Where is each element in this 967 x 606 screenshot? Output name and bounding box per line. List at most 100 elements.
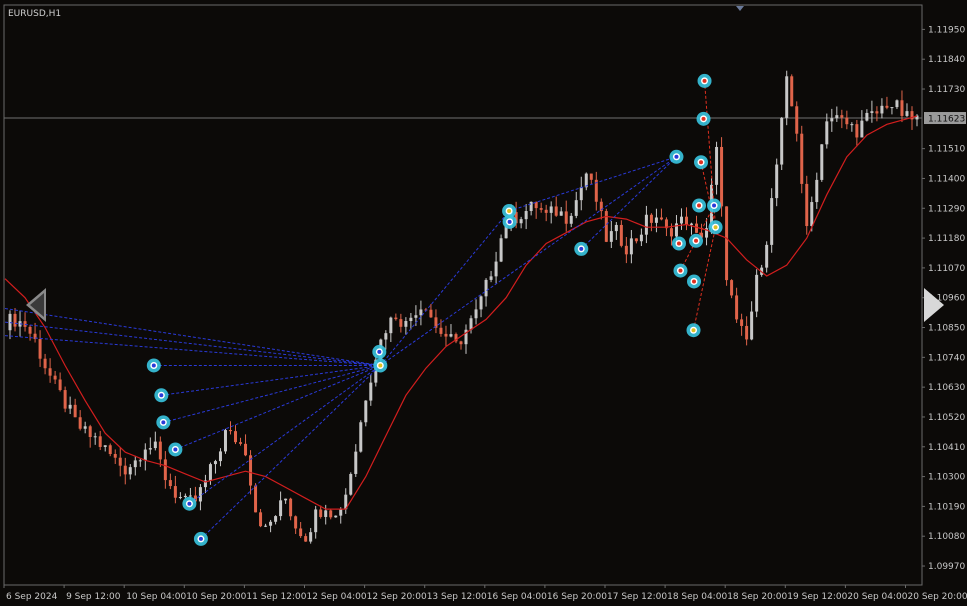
signal-marker [689,233,704,248]
fan-line [4,335,381,366]
fan-line [379,210,510,366]
chart-window: 1.11950 1.11840 1.11730 1.11623 1.11510 1.114… [0,0,967,606]
x-tick-label: 13 Sep 12:00 [427,592,487,602]
signal-marker [671,236,686,251]
candle [259,508,263,528]
candle [8,310,12,340]
y-tick-label: 1.10190 [928,502,965,512]
x-tick-label: 6 Sep 2024 [6,592,58,602]
candle [559,207,563,216]
candle [539,202,543,213]
candle [775,158,779,207]
period-separator-icon [736,6,744,11]
candle [745,316,749,346]
candle [23,312,27,332]
y-tick-label: 1.10740 [928,353,965,363]
candle [519,216,523,229]
candle [494,251,498,284]
fan-line [380,156,677,366]
candle [649,213,653,232]
candle [589,173,593,185]
candle [399,313,403,333]
candle [865,109,869,122]
signal-marker [502,214,517,229]
candle [730,279,734,299]
candle [790,74,794,107]
candle [239,437,243,446]
candle [28,324,32,341]
candle [574,191,578,219]
candle [750,301,754,341]
x-tick-label: 9 Sep 12:00 [66,592,121,602]
candle [279,491,283,521]
x-tick-label: 12 Sep 20:00 [367,592,427,602]
candle [324,504,328,525]
candle [304,533,308,542]
candle [88,424,92,448]
x-tick-label: 11 Sep 12:00 [246,592,306,602]
y-tick-label: 1.10300 [928,473,965,483]
candle [905,103,909,117]
x-tick-label: 18 Sep 04:00 [667,592,727,602]
candle [875,106,879,122]
candle [213,459,217,474]
y-tick-label: 1.11180 [928,234,965,244]
x-tick-label: 10 Sep 20:00 [186,592,246,602]
candle [93,432,97,445]
candle [299,521,303,538]
candle [795,101,799,142]
candle [118,447,122,477]
x-tick-label: 10 Sep 04:00 [126,592,186,602]
chart-frame [3,4,923,586]
ma-line [4,115,918,510]
candle [113,449,117,464]
candle [274,515,278,525]
candle [384,330,388,350]
x-tick-label: 16 Sep 20:00 [547,592,607,602]
candle [334,515,338,518]
candle [344,488,348,514]
candle [284,498,288,504]
candle [659,208,663,221]
fan-line [175,365,381,450]
candle [454,332,458,344]
candle [594,171,598,211]
y-tick-label: 1.10080 [928,532,965,542]
candle [780,117,784,171]
x-tick-label: 16 Sep 04:00 [487,592,547,602]
candle [133,455,137,476]
signal-marker [692,198,707,213]
fan-line [508,156,677,212]
candle [294,515,298,534]
candle [349,472,353,496]
signal-marker [708,220,723,235]
candle [629,229,633,264]
candle [314,505,318,539]
candle [78,410,82,431]
candle [725,206,729,286]
candle [740,313,744,336]
y-tick-label: 1.10850 [928,324,965,334]
candle [168,473,172,490]
signal-marker [687,274,702,289]
fan-line [700,162,717,228]
candle [880,98,884,119]
candle [48,358,52,383]
signal-marker [373,358,388,373]
x-tick-label: 19 Sep 12:00 [787,592,847,602]
candle [198,484,202,511]
signal-marker [372,344,387,359]
candle [529,201,533,216]
candle [770,188,774,253]
candle [98,430,102,451]
candle [234,425,238,445]
signal-marker [156,415,171,430]
candle [534,201,538,219]
candle [609,220,613,249]
candle [394,313,398,321]
candle [850,122,854,132]
candle [158,436,162,467]
candle [138,458,142,467]
signal-marker [694,155,709,170]
signal-marker [146,358,161,373]
